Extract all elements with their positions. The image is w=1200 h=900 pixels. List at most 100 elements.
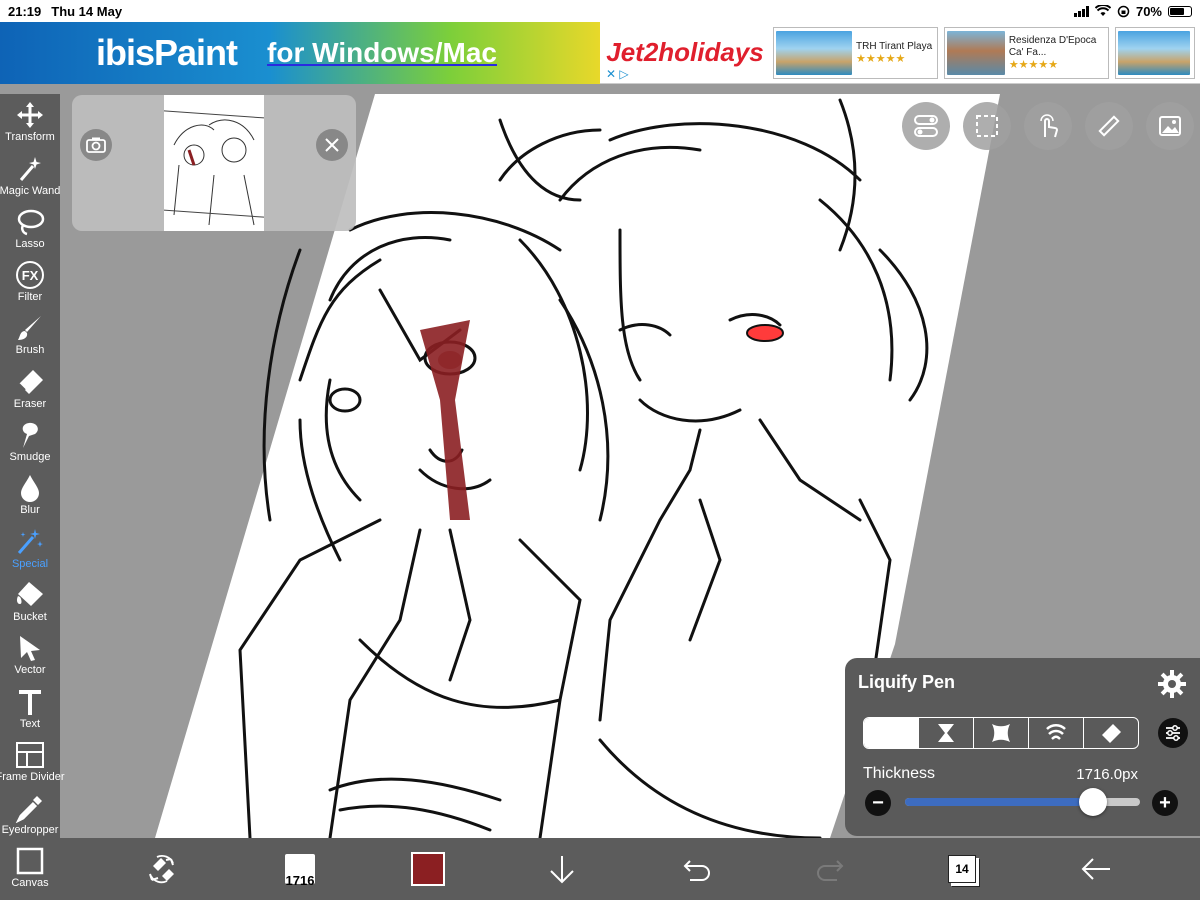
undo-icon bbox=[683, 860, 710, 881]
tool-blur[interactable]: Blur bbox=[0, 467, 60, 520]
back-button[interactable] bbox=[1076, 838, 1116, 900]
slider-knob[interactable] bbox=[1079, 788, 1107, 816]
brush-icon bbox=[18, 316, 41, 341]
brush-size-value: 1716 bbox=[285, 873, 315, 888]
mode-eraser[interactable] bbox=[1084, 718, 1138, 748]
tool-sidebar: Transform Magic Wand Lasso FX Filter Bru… bbox=[0, 94, 65, 900]
tool-eraser[interactable]: Eraser bbox=[0, 360, 60, 413]
hotel-name: TRH Tirant Playa bbox=[856, 41, 933, 52]
gear-icon bbox=[1158, 670, 1186, 698]
navigator-thumbnail[interactable] bbox=[164, 95, 264, 231]
hotel-photo bbox=[947, 31, 1005, 75]
color-button[interactable] bbox=[408, 838, 448, 900]
tool-text[interactable]: Text bbox=[0, 680, 60, 733]
swirl-left-icon bbox=[883, 724, 893, 742]
tool-vector[interactable]: Vector bbox=[0, 627, 60, 680]
settings-button[interactable] bbox=[1156, 668, 1188, 705]
thickness-decrease-button[interactable]: − bbox=[865, 790, 891, 816]
brush-adjust-button[interactable] bbox=[1158, 718, 1188, 748]
ibispaint-ad[interactable]: ibisPaint for Windows/Mac bbox=[0, 22, 600, 84]
tool-label: Vector bbox=[14, 664, 46, 677]
mode-pinch[interactable] bbox=[919, 718, 974, 748]
hotel-name: Residenza D'Epoca Ca' Fa... bbox=[1008, 35, 1097, 58]
hotel-photo bbox=[1118, 31, 1190, 75]
tool-filter[interactable]: FX Filter bbox=[0, 254, 60, 307]
redo-icon bbox=[817, 860, 844, 881]
close-icon bbox=[325, 138, 339, 152]
mode-swirl[interactable] bbox=[864, 718, 919, 748]
tool-label: Filter bbox=[17, 291, 43, 304]
tool-canvas[interactable]: Canvas bbox=[0, 840, 60, 893]
jet2-ad[interactable]: Jet2holidays ✕ ▷ bbox=[600, 22, 770, 83]
thickness-slider[interactable] bbox=[905, 788, 1140, 816]
brush-size-button[interactable]: 1716 bbox=[280, 838, 320, 900]
current-color-swatch bbox=[411, 852, 445, 886]
selection-button[interactable] bbox=[963, 102, 1011, 150]
expand-icon bbox=[992, 724, 1010, 742]
ad-banner[interactable]: ibisPaint for Windows/Mac Jet2holidays ✕… bbox=[0, 22, 1200, 84]
layers-button[interactable]: 14 bbox=[942, 838, 982, 900]
hotel-card[interactable] bbox=[1115, 27, 1195, 79]
tool-label: Special bbox=[11, 557, 49, 570]
tool-eyedropper[interactable]: Eyedropper bbox=[0, 787, 60, 840]
navigator-panel[interactable] bbox=[72, 95, 356, 231]
navigator-close-button[interactable] bbox=[316, 129, 348, 161]
undo-button[interactable] bbox=[677, 838, 717, 900]
eyedropper-icon bbox=[15, 796, 42, 824]
tool-frame-divider[interactable]: Frame Divider bbox=[0, 734, 65, 787]
tool-label: Lasso bbox=[15, 237, 45, 250]
liquify-pen-panel: Liquify Pen Thickness 1716.0px − + bbox=[845, 658, 1200, 836]
jet2-brand: Jet2holidays bbox=[606, 37, 764, 67]
mode-wave[interactable] bbox=[1029, 718, 1084, 748]
camera-button[interactable] bbox=[80, 129, 112, 161]
tool-label: Blur bbox=[20, 504, 40, 517]
redo-button[interactable] bbox=[810, 838, 850, 900]
fx-icon: FX bbox=[16, 261, 44, 290]
mode-expand[interactable] bbox=[974, 718, 1029, 748]
layers-icon: 14 bbox=[948, 855, 976, 883]
frame-divider-icon bbox=[16, 741, 44, 768]
status-indicators: 70% bbox=[1073, 4, 1192, 19]
hotel-stars: ★★★★★ bbox=[856, 53, 906, 65]
swap-tool-button[interactable] bbox=[142, 838, 182, 900]
status-time: 21:19 bbox=[8, 3, 42, 19]
adchoices-icon[interactable]: ✕ ▷ bbox=[606, 67, 629, 81]
orientation-lock-icon bbox=[1117, 5, 1130, 17]
tool-magic-wand[interactable]: Magic Wand bbox=[0, 147, 60, 200]
ruler-button[interactable] bbox=[1085, 102, 1133, 150]
hotel-card[interactable]: TRH Tirant Playa ★★★★★ bbox=[773, 27, 938, 79]
svg-text:FX: FX bbox=[22, 268, 39, 283]
tool-transform[interactable]: Transform bbox=[0, 94, 60, 147]
tool-smudge[interactable]: Smudge bbox=[0, 414, 60, 467]
text-icon bbox=[19, 689, 41, 715]
eraser-icon bbox=[1102, 724, 1121, 743]
lasso-icon bbox=[17, 209, 45, 236]
magic-wand-icon bbox=[19, 156, 41, 181]
arrow-left-icon bbox=[1081, 858, 1110, 880]
selection-icon bbox=[976, 115, 998, 137]
vector-cursor-icon bbox=[20, 636, 40, 662]
tool-brush[interactable]: Brush bbox=[0, 307, 60, 360]
reference-image-button[interactable] bbox=[1146, 102, 1194, 150]
hotel-card[interactable]: Residenza D'Epoca Ca' Fa... ★★★★★ bbox=[944, 27, 1109, 79]
plus-icon: + bbox=[1159, 792, 1171, 814]
thickness-value: 1716.0px bbox=[1076, 766, 1138, 783]
tool-label: Text bbox=[19, 717, 41, 730]
thickness-increase-button[interactable]: + bbox=[1152, 790, 1178, 816]
toggle-button[interactable] bbox=[902, 102, 950, 150]
tool-label: Brush bbox=[15, 344, 45, 357]
minus-icon: − bbox=[872, 792, 884, 814]
signal-icon bbox=[1073, 5, 1089, 17]
tool-special[interactable]: Special bbox=[0, 520, 60, 573]
touch-button[interactable] bbox=[1024, 102, 1072, 150]
tool-bucket[interactable]: Bucket bbox=[0, 574, 60, 627]
tool-label: Frame Divider bbox=[0, 770, 65, 783]
blur-drop-icon bbox=[21, 475, 39, 503]
panel-title: Liquify Pen bbox=[858, 672, 956, 692]
transfer-down-button[interactable] bbox=[542, 838, 582, 900]
tool-lasso[interactable]: Lasso bbox=[0, 201, 60, 254]
move-arrows-icon bbox=[17, 102, 43, 129]
eraser-icon bbox=[18, 369, 43, 394]
sliders-icon bbox=[1166, 725, 1180, 741]
tool-label: Canvas bbox=[11, 877, 49, 890]
